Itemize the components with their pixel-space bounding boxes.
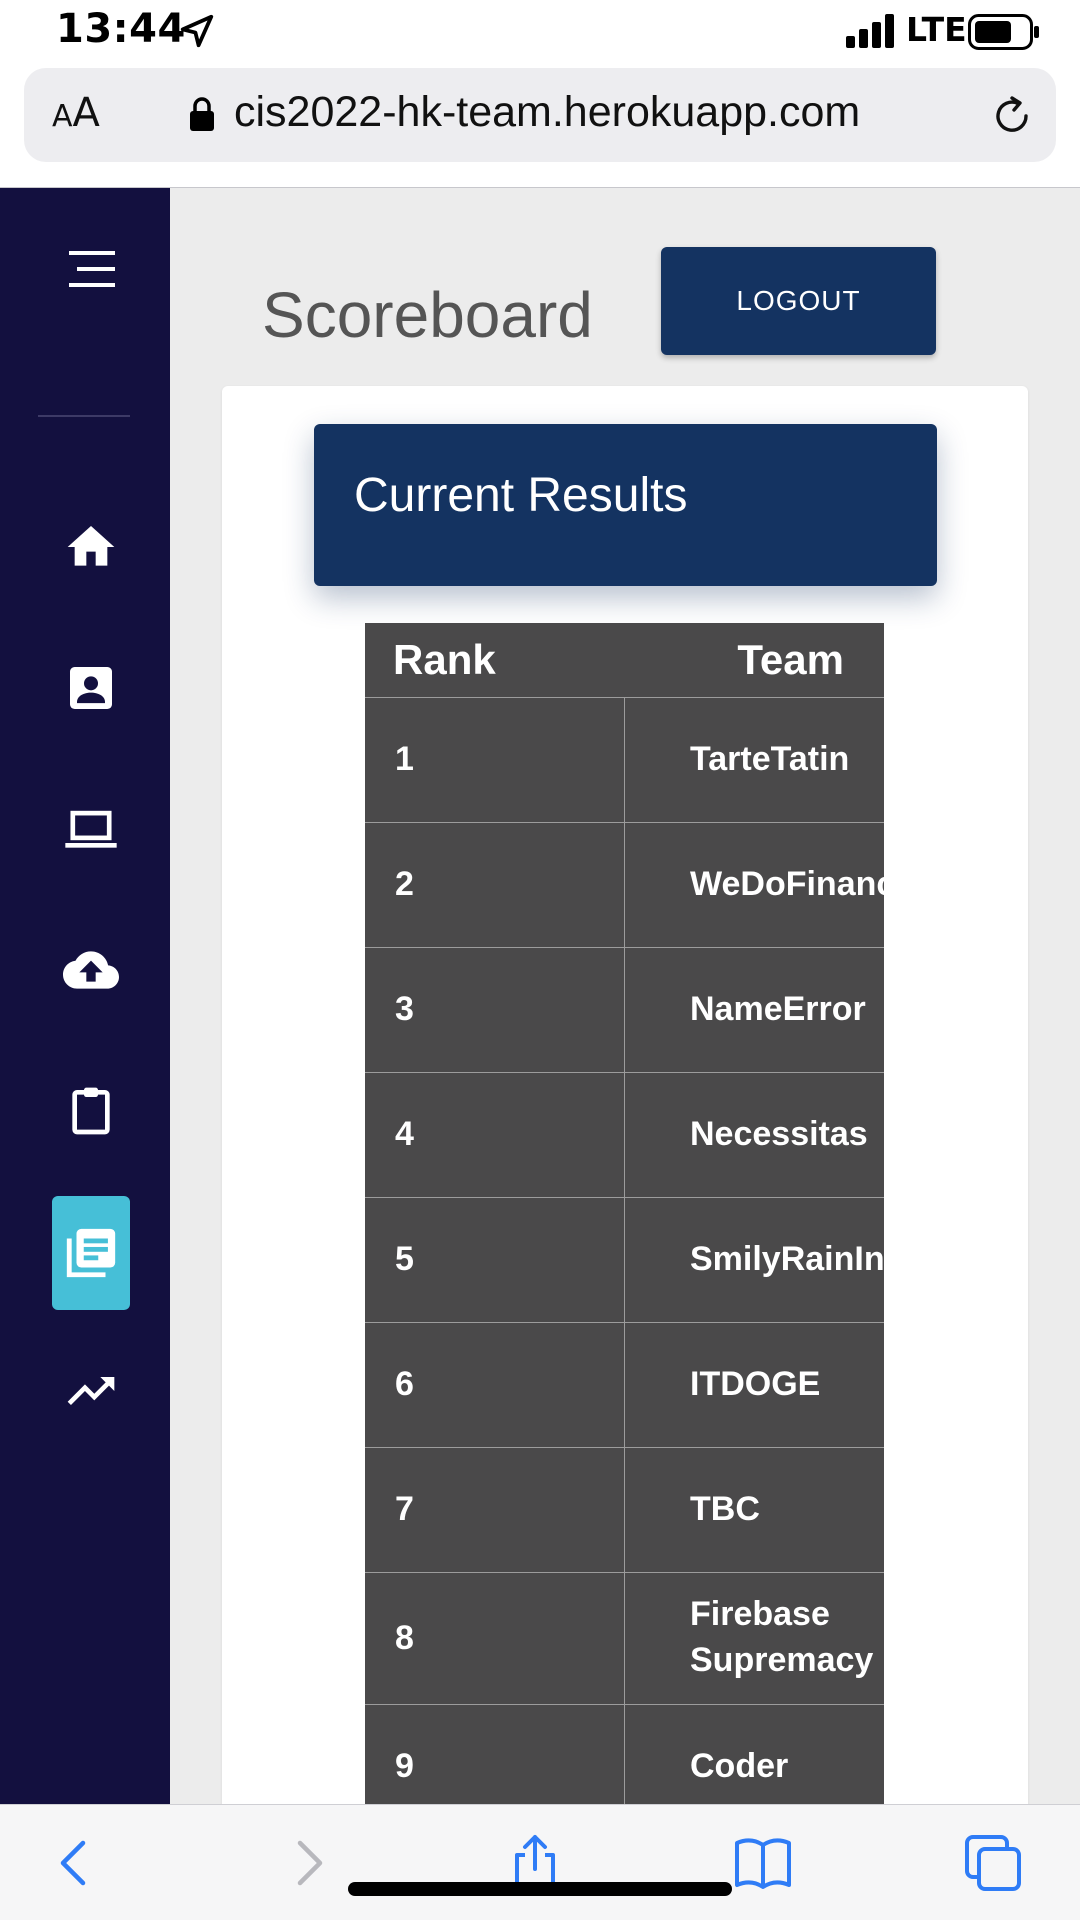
battery-icon	[968, 14, 1039, 50]
scoreboard-icon	[66, 1228, 116, 1278]
lock-icon	[190, 97, 214, 131]
table-row: 8 Firebase Supremacy	[365, 1572, 884, 1705]
sidebar-menu-button[interactable]	[52, 230, 130, 308]
team-cell: SmilyRainInBer	[624, 1197, 884, 1323]
team-cell: ITDOGE	[624, 1322, 884, 1448]
card-header: Current Results	[314, 424, 937, 586]
url-text[interactable]: cis2022-hk-team.herokuapp.com	[234, 88, 860, 137]
screen: 13:44 LTE AA cis2022-hk-team.herokuapp.c…	[0, 0, 1080, 1920]
status-time: 13:44	[56, 6, 186, 52]
table-row: 1 TarteTatin	[365, 697, 884, 823]
bookmarks-icon[interactable]	[733, 1833, 793, 1893]
team-cell: Necessitas	[624, 1072, 884, 1198]
team-cell: WeDoFinance	[624, 822, 884, 948]
rank-column-header[interactable]: Rank	[365, 623, 625, 698]
status-bar: 13:44 LTE	[0, 0, 1080, 66]
sidebar-divider	[38, 415, 130, 417]
rank-cell: 2	[365, 822, 625, 948]
sidebar-item-upload[interactable]	[52, 931, 130, 1009]
card-title: Current Results	[354, 469, 688, 522]
browser-toolbar	[0, 1804, 1080, 1920]
rank-cell: 5	[365, 1197, 625, 1323]
sidebar-item-scoreboard[interactable]	[52, 1196, 130, 1310]
menu-icon	[69, 251, 115, 287]
cell-signal-icon	[846, 14, 894, 48]
location-arrow-icon	[180, 14, 214, 48]
laptop-icon	[65, 810, 117, 848]
network-type: LTE	[906, 10, 967, 49]
team-cell: Firebase Supremacy	[624, 1572, 884, 1705]
team-cell: TBC	[624, 1447, 884, 1573]
web-page: Scoreboard LOGOUT Current Results Rank T…	[0, 188, 1080, 1805]
forward-icon[interactable]	[278, 1833, 338, 1893]
table-row: 5 SmilyRainInBer	[365, 1197, 884, 1323]
sidebar-item-trends[interactable]	[52, 1352, 130, 1430]
rank-cell: 1	[365, 697, 625, 823]
sidebar-item-profile[interactable]	[52, 649, 130, 727]
sidebar-item-laptop[interactable]	[52, 790, 130, 868]
rank-cell: 7	[365, 1447, 625, 1573]
table-header-row: Rank Team	[365, 623, 884, 698]
team-cell: Coder	[624, 1704, 884, 1805]
home-icon	[67, 526, 115, 566]
text-size-button[interactable]: AA	[52, 90, 100, 136]
rank-cell: 8	[365, 1572, 625, 1705]
page-title: Scoreboard	[262, 279, 593, 351]
profile-icon	[70, 667, 112, 709]
rank-cell: 3	[365, 947, 625, 1073]
trending-up-icon	[67, 1377, 115, 1405]
results-card: Current Results Rank Team 1 TarteTatin 2	[222, 386, 1028, 1805]
home-indicator[interactable]	[348, 1882, 732, 1896]
back-icon[interactable]	[45, 1833, 105, 1893]
reload-icon[interactable]	[988, 92, 1036, 140]
team-cell: NameError	[624, 947, 884, 1073]
address-bar[interactable]: AA cis2022-hk-team.herokuapp.com	[24, 68, 1056, 162]
rank-cell: 4	[365, 1072, 625, 1198]
rank-cell: 9	[365, 1704, 625, 1805]
team-cell: TarteTatin	[624, 697, 884, 823]
sidebar	[0, 188, 170, 1805]
table-row: 9 Coder	[365, 1704, 884, 1805]
logout-button[interactable]: LOGOUT	[661, 247, 936, 355]
team-column-header[interactable]: Team	[624, 623, 884, 698]
table-row: 2 WeDoFinance	[365, 822, 884, 948]
sidebar-item-home[interactable]	[52, 508, 130, 586]
table-row: 4 Necessitas	[365, 1072, 884, 1198]
table-row: 6 ITDOGE	[365, 1322, 884, 1448]
tabs-icon[interactable]	[963, 1833, 1023, 1893]
table-row: 7 TBC	[365, 1447, 884, 1573]
rank-cell: 6	[365, 1322, 625, 1448]
table-row: 3 NameError	[365, 947, 884, 1073]
sidebar-item-clipboard[interactable]	[52, 1072, 130, 1150]
clipboard-icon	[72, 1087, 110, 1135]
cloud-upload-icon	[63, 951, 119, 989]
results-table: Rank Team 1 TarteTatin 2 WeDoFinance 3	[365, 623, 884, 1805]
